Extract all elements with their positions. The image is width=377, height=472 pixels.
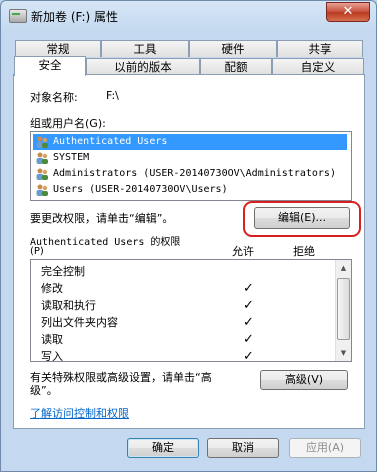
permission-name: 写入 xyxy=(41,350,63,362)
permissions-for-label: Authenticated Users 的权限 xyxy=(30,237,181,248)
allow-check-icon: ✓ xyxy=(243,332,254,347)
permissions-scrollbar[interactable]: ▲ ▼ xyxy=(335,260,351,361)
permission-name: 完全控制 xyxy=(41,265,85,278)
permission-row: 完全控制 xyxy=(31,263,331,280)
permission-name: 读取和执行 xyxy=(41,299,96,312)
security-panel: 对象名称: F:\ 组或用户名(G): Authenticated Users … xyxy=(13,74,365,429)
principal-name: Users (USER-20140730OV\Users) xyxy=(53,184,228,195)
permission-row: 列出文件夹内容 ✓ xyxy=(31,314,331,331)
tab-sharing[interactable]: 共享 xyxy=(277,40,363,57)
users-icon xyxy=(36,152,48,164)
permission-row: 写入 ✓ xyxy=(31,348,331,362)
window-title: 新加卷 (F:) 属性 xyxy=(31,10,119,24)
principals-label: 组或用户名(G): xyxy=(30,117,106,130)
principal-name: SYSTEM xyxy=(53,152,90,163)
scroll-thumb[interactable] xyxy=(337,278,350,340)
tab-hardware[interactable]: 硬件 xyxy=(189,40,277,57)
advanced-button[interactable]: 高级(V) xyxy=(260,370,348,390)
principals-list[interactable]: Authenticated Users SYSTEM Administrator… xyxy=(30,131,352,201)
object-name-value: F:\ xyxy=(106,89,119,102)
principal-name: Authenticated Users xyxy=(53,136,168,147)
tab-previous-versions[interactable]: 以前的版本 xyxy=(86,58,200,75)
list-item-system[interactable]: SYSTEM xyxy=(33,150,347,166)
learn-access-control-link[interactable]: 了解访问控制和权限 xyxy=(30,405,129,421)
permission-row: 修改 ✓ xyxy=(31,280,331,297)
permission-name: 读取 xyxy=(41,333,63,346)
allow-check-icon: ✓ xyxy=(243,298,254,313)
scroll-down-icon[interactable]: ▼ xyxy=(336,345,351,361)
change-permissions-hint: 要更改权限，请单击“编辑”。 xyxy=(30,212,174,225)
object-name-label: 对象名称: xyxy=(30,91,78,104)
drive-icon xyxy=(9,9,27,23)
cancel-button[interactable]: 取消 xyxy=(207,438,279,458)
deny-header: 拒绝 xyxy=(293,245,315,258)
users-icon xyxy=(36,168,48,180)
users-icon xyxy=(36,184,48,196)
principal-name: Administrators (USER-20140730OV\Administ… xyxy=(53,168,336,179)
ok-button[interactable]: 确定 xyxy=(127,438,199,458)
permissions-list[interactable]: 完全控制 修改 ✓ 读取和执行 ✓ 列出文件夹内容 ✓ 读取 ✓ 写入 ✓ ▲ … xyxy=(30,259,352,362)
tab-tools[interactable]: 工具 xyxy=(101,40,189,57)
list-item-authenticated-users[interactable]: Authenticated Users xyxy=(33,134,347,150)
edit-button[interactable]: 编辑(E)... xyxy=(254,207,350,229)
tab-customize[interactable]: 自定义 xyxy=(272,58,364,75)
apply-button[interactable]: 应用(A) xyxy=(289,438,361,458)
users-icon xyxy=(36,136,48,148)
properties-window: 新加卷 (F:) 属性 ✕ 常规 工具 硬件 共享 安全 以前的版本 配额 自定… xyxy=(0,0,377,472)
advanced-hint-line2: 级”。 xyxy=(30,384,58,397)
scroll-up-icon[interactable]: ▲ xyxy=(336,260,351,276)
permission-row: 读取和执行 ✓ xyxy=(31,297,331,314)
allow-header: 允许 xyxy=(232,245,254,258)
allow-check-icon: ✓ xyxy=(243,315,254,330)
tab-quota[interactable]: 配额 xyxy=(200,58,272,75)
list-item-users[interactable]: Users (USER-20140730OV\Users) xyxy=(33,182,347,198)
allow-check-icon: ✓ xyxy=(243,349,254,362)
permission-name: 列出文件夹内容 xyxy=(41,316,118,329)
permission-row: 读取 ✓ xyxy=(31,331,331,348)
allow-check-icon: ✓ xyxy=(243,281,254,296)
tab-general[interactable]: 常规 xyxy=(15,40,101,57)
permission-name: 修改 xyxy=(41,282,63,295)
permissions-accel: (P) xyxy=(30,246,44,257)
close-button[interactable]: ✕ xyxy=(326,2,370,22)
title-bar[interactable]: 新加卷 (F:) 属性 ✕ xyxy=(1,1,376,31)
list-item-administrators[interactable]: Administrators (USER-20140730OV\Administ… xyxy=(33,166,347,182)
tab-security[interactable]: 安全 xyxy=(14,56,86,76)
